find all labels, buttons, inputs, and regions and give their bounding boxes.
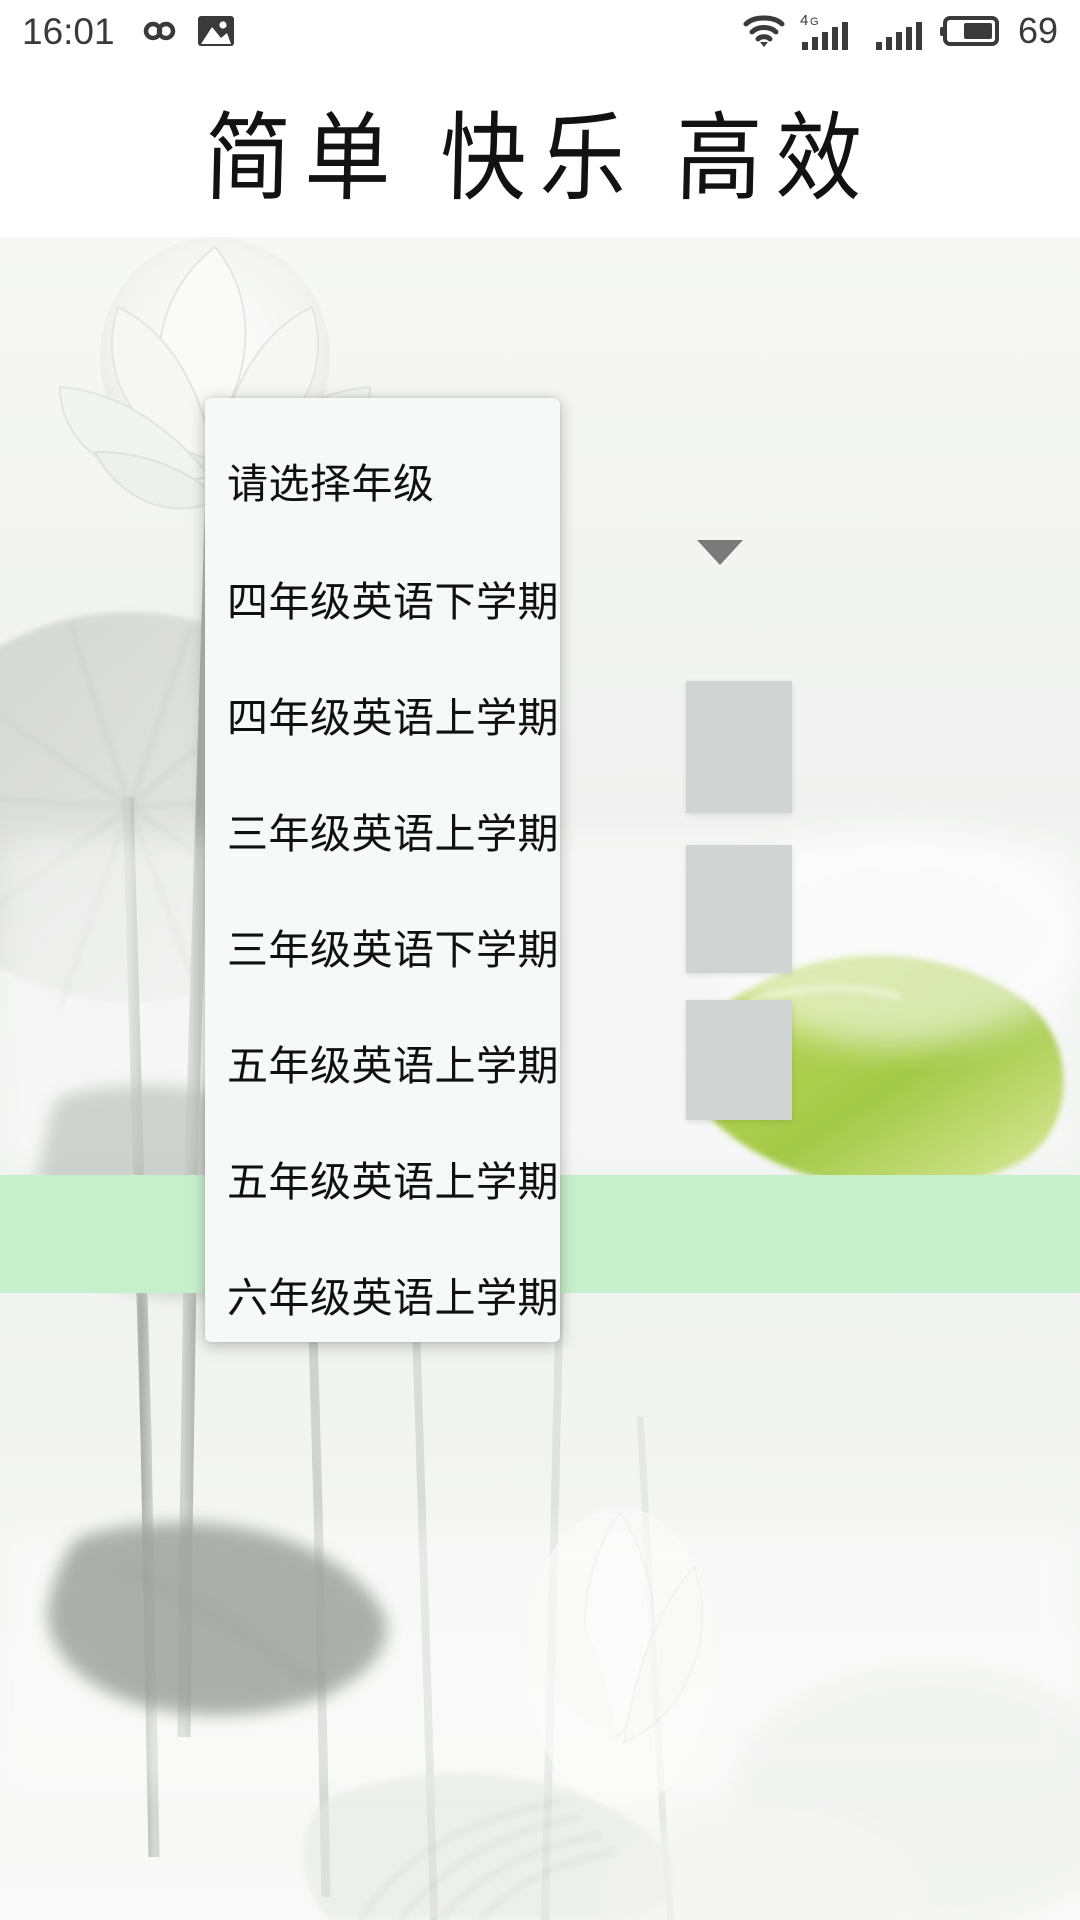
signal-4g-icon: 4 G (800, 11, 860, 51)
chevron-down-icon[interactable] (697, 540, 743, 565)
svg-text:G: G (810, 16, 819, 28)
battery-percent-label: 69 (1017, 10, 1058, 51)
svg-text:4: 4 (800, 12, 808, 29)
page-title: 简单 快乐 高效 (203, 105, 877, 213)
dropdown-item-6[interactable]: 五年级英语上学期 (205, 1120, 560, 1236)
status-bar: 16:01 4 G 69 (0, 0, 1080, 62)
app-header: 简单 快乐 高效 (0, 62, 1080, 237)
phone-screen: 请选择年级 四年级英语下学期 四年级英语上学期 三年级英语上学期 三年级英语下学… (0, 0, 1080, 1920)
wifi-icon (742, 13, 786, 49)
signal-icon (874, 11, 926, 51)
dropdown-item-1[interactable]: 四年级英语下学期 (205, 540, 560, 656)
status-bar-clock: 16:01 (22, 10, 115, 52)
content-placeholder-box-3[interactable] (686, 1000, 792, 1120)
content-placeholder-box-1[interactable] (686, 681, 792, 813)
dropdown-item-5[interactable]: 五年级英语上学期 (205, 1004, 560, 1120)
content-placeholder-box-2[interactable] (686, 845, 792, 973)
dropdown-item-2[interactable]: 四年级英语上学期 (205, 656, 560, 772)
grade-select-dropdown[interactable]: 请选择年级 四年级英语下学期 四年级英语上学期 三年级英语上学期 三年级英语下学… (205, 398, 560, 1342)
image-icon (197, 14, 235, 48)
status-bar-left: 16:01 (22, 13, 235, 50)
battery-icon (939, 13, 1002, 49)
dropdown-item-3[interactable]: 三年级英语上学期 (205, 772, 560, 888)
dropdown-item-7[interactable]: 六年级英语上学期 (205, 1236, 560, 1342)
infinity-icon (133, 16, 179, 46)
dropdown-item-0[interactable]: 请选择年级 (205, 420, 560, 540)
status-bar-right: 4 G 69 (742, 11, 1058, 51)
dropdown-item-4[interactable]: 三年级英语下学期 (205, 888, 560, 1004)
